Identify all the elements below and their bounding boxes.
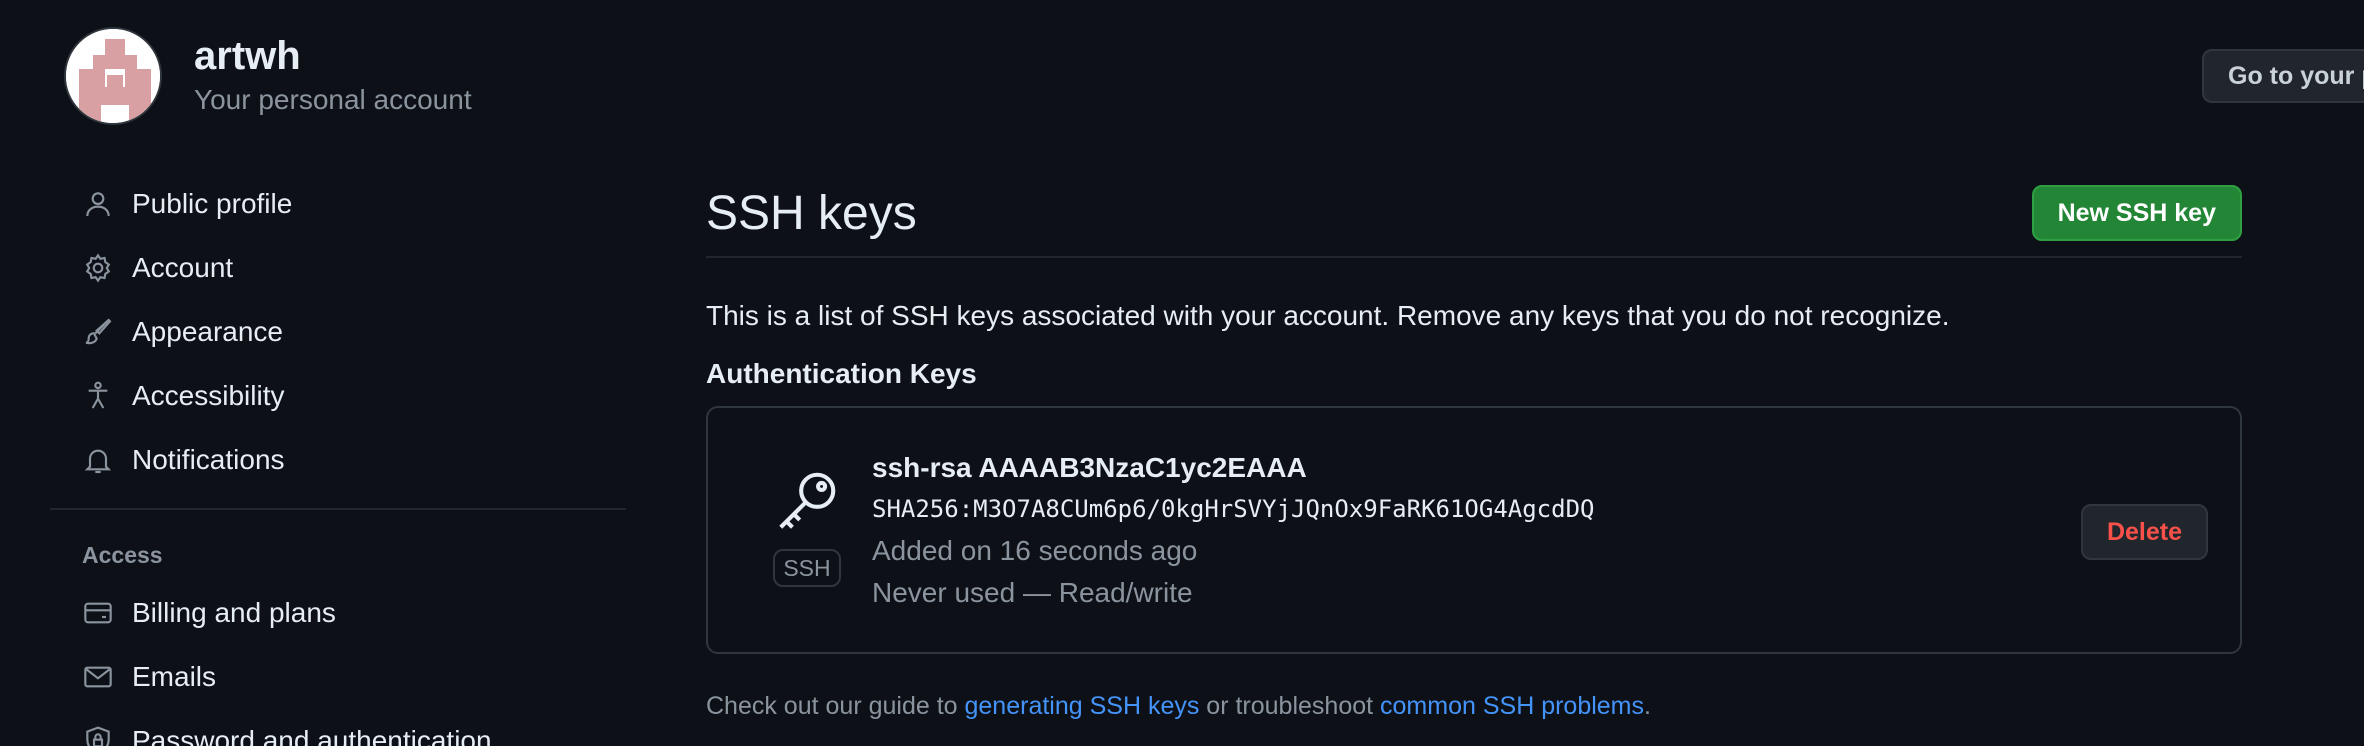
key-icon-group: SSH bbox=[772, 466, 842, 587]
help-text-suffix: . bbox=[1644, 692, 1651, 720]
sidebar-heading-access: Access bbox=[82, 542, 163, 568]
person-icon bbox=[80, 186, 116, 222]
settings-sidebar: Public profile Account Appearance Access… bbox=[50, 172, 626, 746]
sidebar-item-notifications[interactable]: Notifications bbox=[50, 428, 626, 492]
section-heading-authentication-keys: Authentication Keys bbox=[706, 358, 977, 389]
ssh-help-note: Check out our guide to generating SSH ke… bbox=[706, 688, 2242, 724]
sidebar-item-label: Account bbox=[132, 252, 234, 283]
ssh-key-item: SSH ssh-rsa AAAAB3NzaC1yc2EAAA SHA256:M3… bbox=[706, 406, 2242, 654]
sidebar-item-billing[interactable]: Billing and plans bbox=[50, 581, 626, 645]
sidebar-item-label: Billing and plans bbox=[132, 597, 336, 628]
account-type-label: Your personal account bbox=[194, 84, 472, 115]
mail-icon bbox=[80, 659, 116, 695]
key-icon bbox=[772, 472, 842, 540]
header-text: artwh Your personal account bbox=[194, 32, 472, 120]
sidebar-item-account[interactable]: Account bbox=[50, 236, 626, 300]
gear-icon bbox=[80, 250, 116, 286]
sidebar-item-public-profile[interactable]: Public profile bbox=[50, 172, 626, 236]
page-description: This is a list of SSH keys associated wi… bbox=[706, 300, 1950, 331]
settings-page: artwh Your personal account Go to your p… bbox=[0, 0, 2364, 746]
bell-icon bbox=[80, 442, 116, 478]
sidebar-item-emails[interactable]: Emails bbox=[50, 645, 626, 709]
sidebar-item-accessibility[interactable]: Accessibility bbox=[50, 364, 626, 428]
new-ssh-key-button[interactable]: New SSH key bbox=[2031, 185, 2242, 241]
key-title: ssh-rsa AAAAB3NzaC1yc2EAAA bbox=[872, 452, 1307, 483]
sidebar-item-label: Emails bbox=[132, 661, 217, 692]
sidebar-item-label: Password and authentication bbox=[132, 725, 492, 746]
generating-ssh-keys-link[interactable]: generating SSH keys bbox=[965, 692, 1200, 720]
delete-key-button[interactable]: Delete bbox=[2080, 504, 2208, 560]
username[interactable]: artwh bbox=[194, 32, 472, 80]
page-title-row: SSH keys New SSH key bbox=[706, 170, 2242, 258]
key-added-date: Added on 16 seconds ago bbox=[872, 535, 1198, 566]
help-text-middle: or troubleshoot bbox=[1199, 692, 1381, 720]
shield-lock-icon bbox=[80, 723, 116, 746]
account-header: artwh Your personal account bbox=[64, 27, 472, 125]
identicon-image bbox=[66, 29, 160, 123]
sidebar-item-label: Accessibility bbox=[132, 380, 285, 411]
credit-card-icon bbox=[80, 595, 116, 631]
sidebar-item-password-auth[interactable]: Password and authentication bbox=[50, 709, 626, 746]
page-title: SSH keys bbox=[706, 186, 917, 240]
sidebar-item-label: Appearance bbox=[132, 316, 284, 347]
avatar[interactable] bbox=[64, 27, 162, 125]
sidebar-item-label: Notifications bbox=[132, 444, 285, 475]
key-details: ssh-rsa AAAAB3NzaC1yc2EAAA SHA256:M3O7A8… bbox=[872, 448, 1594, 614]
sidebar-item-appearance[interactable]: Appearance bbox=[50, 300, 626, 364]
ssh-badge: SSH bbox=[773, 549, 841, 587]
sidebar-item-label: Public profile bbox=[132, 188, 293, 219]
help-text-prefix: Check out our guide to bbox=[706, 692, 965, 720]
key-usage: Never used — Read/write bbox=[872, 577, 1193, 608]
key-fingerprint: SHA256:M3O7A8CUm6p6/0kgHrSVYjJQnOx9FaRK6… bbox=[872, 495, 1595, 523]
accessibility-icon bbox=[80, 378, 116, 414]
common-ssh-problems-link[interactable]: common SSH problems bbox=[1380, 692, 1644, 720]
go-to-profile-button[interactable]: Go to your personal profile bbox=[2202, 49, 2364, 103]
paintbrush-icon bbox=[80, 314, 116, 350]
ssh-keys-main: SSH keys New SSH key This is a list of S… bbox=[706, 170, 2242, 724]
